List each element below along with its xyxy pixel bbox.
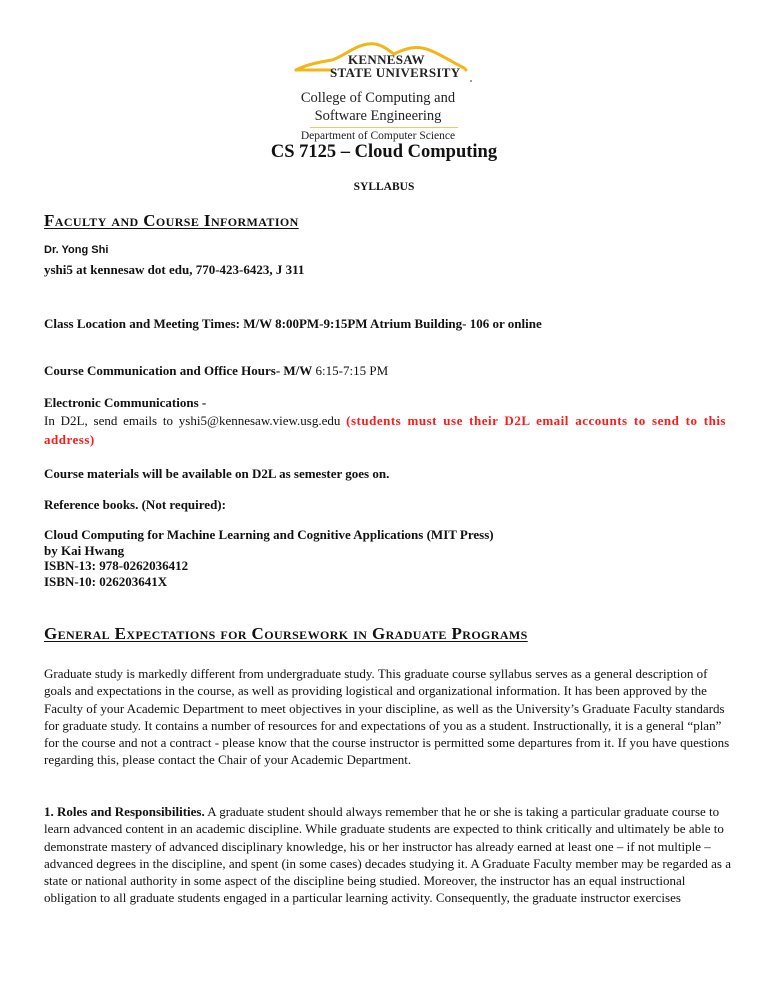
course-title: CS 7125 – Cloud Computing: [270, 142, 498, 162]
expectations-section-heading: General Expectations for Coursework in G…: [44, 624, 528, 643]
faculty-section-heading: Faculty and Course Information: [44, 211, 299, 230]
instructor-contact: yshi5 at kennesaw dot edu, 770-423-6423,…: [44, 262, 305, 277]
roles-lead: 1. Roles and Responsibilities.: [44, 804, 205, 819]
roles-paragraph: 1. Roles and Responsibilities. A graduat…: [44, 803, 734, 907]
logo-state-university-text: STATE UNIVERSITY: [330, 65, 461, 80]
office-hours-label: Course Communication and Office Hours- M…: [44, 363, 313, 378]
email-instructions: In D2L, send emails to yshi5@kennesaw.vi…: [44, 413, 347, 428]
reference-books-heading: Reference books. (Not required):: [44, 497, 226, 512]
office-hours-value: 6:15-7:15 PM: [312, 363, 389, 378]
book-isbn13: ISBN-13: 978-0262036412: [44, 558, 189, 573]
department-name: Department of Computer Science: [300, 130, 456, 142]
electronic-communications-body: In D2L, send emails to yshi5@kennesaw.vi…: [44, 411, 726, 449]
book-title: Cloud Computing for Machine Learning and…: [44, 527, 494, 542]
office-hours: Course Communication and Office Hours- M…: [44, 363, 388, 379]
university-logo: KENNESAW STATE UNIVERSITY College of Com…: [288, 38, 488, 142]
course-materials-note: Course materials will be available on D2…: [44, 466, 390, 481]
intro-paragraph: Graduate study is markedly different fro…: [44, 666, 730, 768]
logo-divider: [310, 127, 458, 128]
instructor-name: Dr. Yong Shi: [44, 244, 109, 256]
book-author: by Kai Hwang: [44, 542, 125, 558]
class-location-times: Class Location and Meeting Times: M/W 8:…: [44, 316, 542, 331]
document-type-label: SYLLABUS: [353, 181, 415, 193]
reference-book: Cloud Computing for Machine Learning and…: [44, 527, 494, 589]
electronic-communications-heading: Electronic Communications -: [44, 395, 207, 410]
college-name-line1: College of Computing and: [300, 90, 456, 106]
book-isbn10: ISBN-10: 026203641X: [44, 573, 168, 589]
roles-text: A graduate student should always remembe…: [44, 804, 731, 906]
college-name-line2: Software Engineering: [314, 108, 442, 124]
